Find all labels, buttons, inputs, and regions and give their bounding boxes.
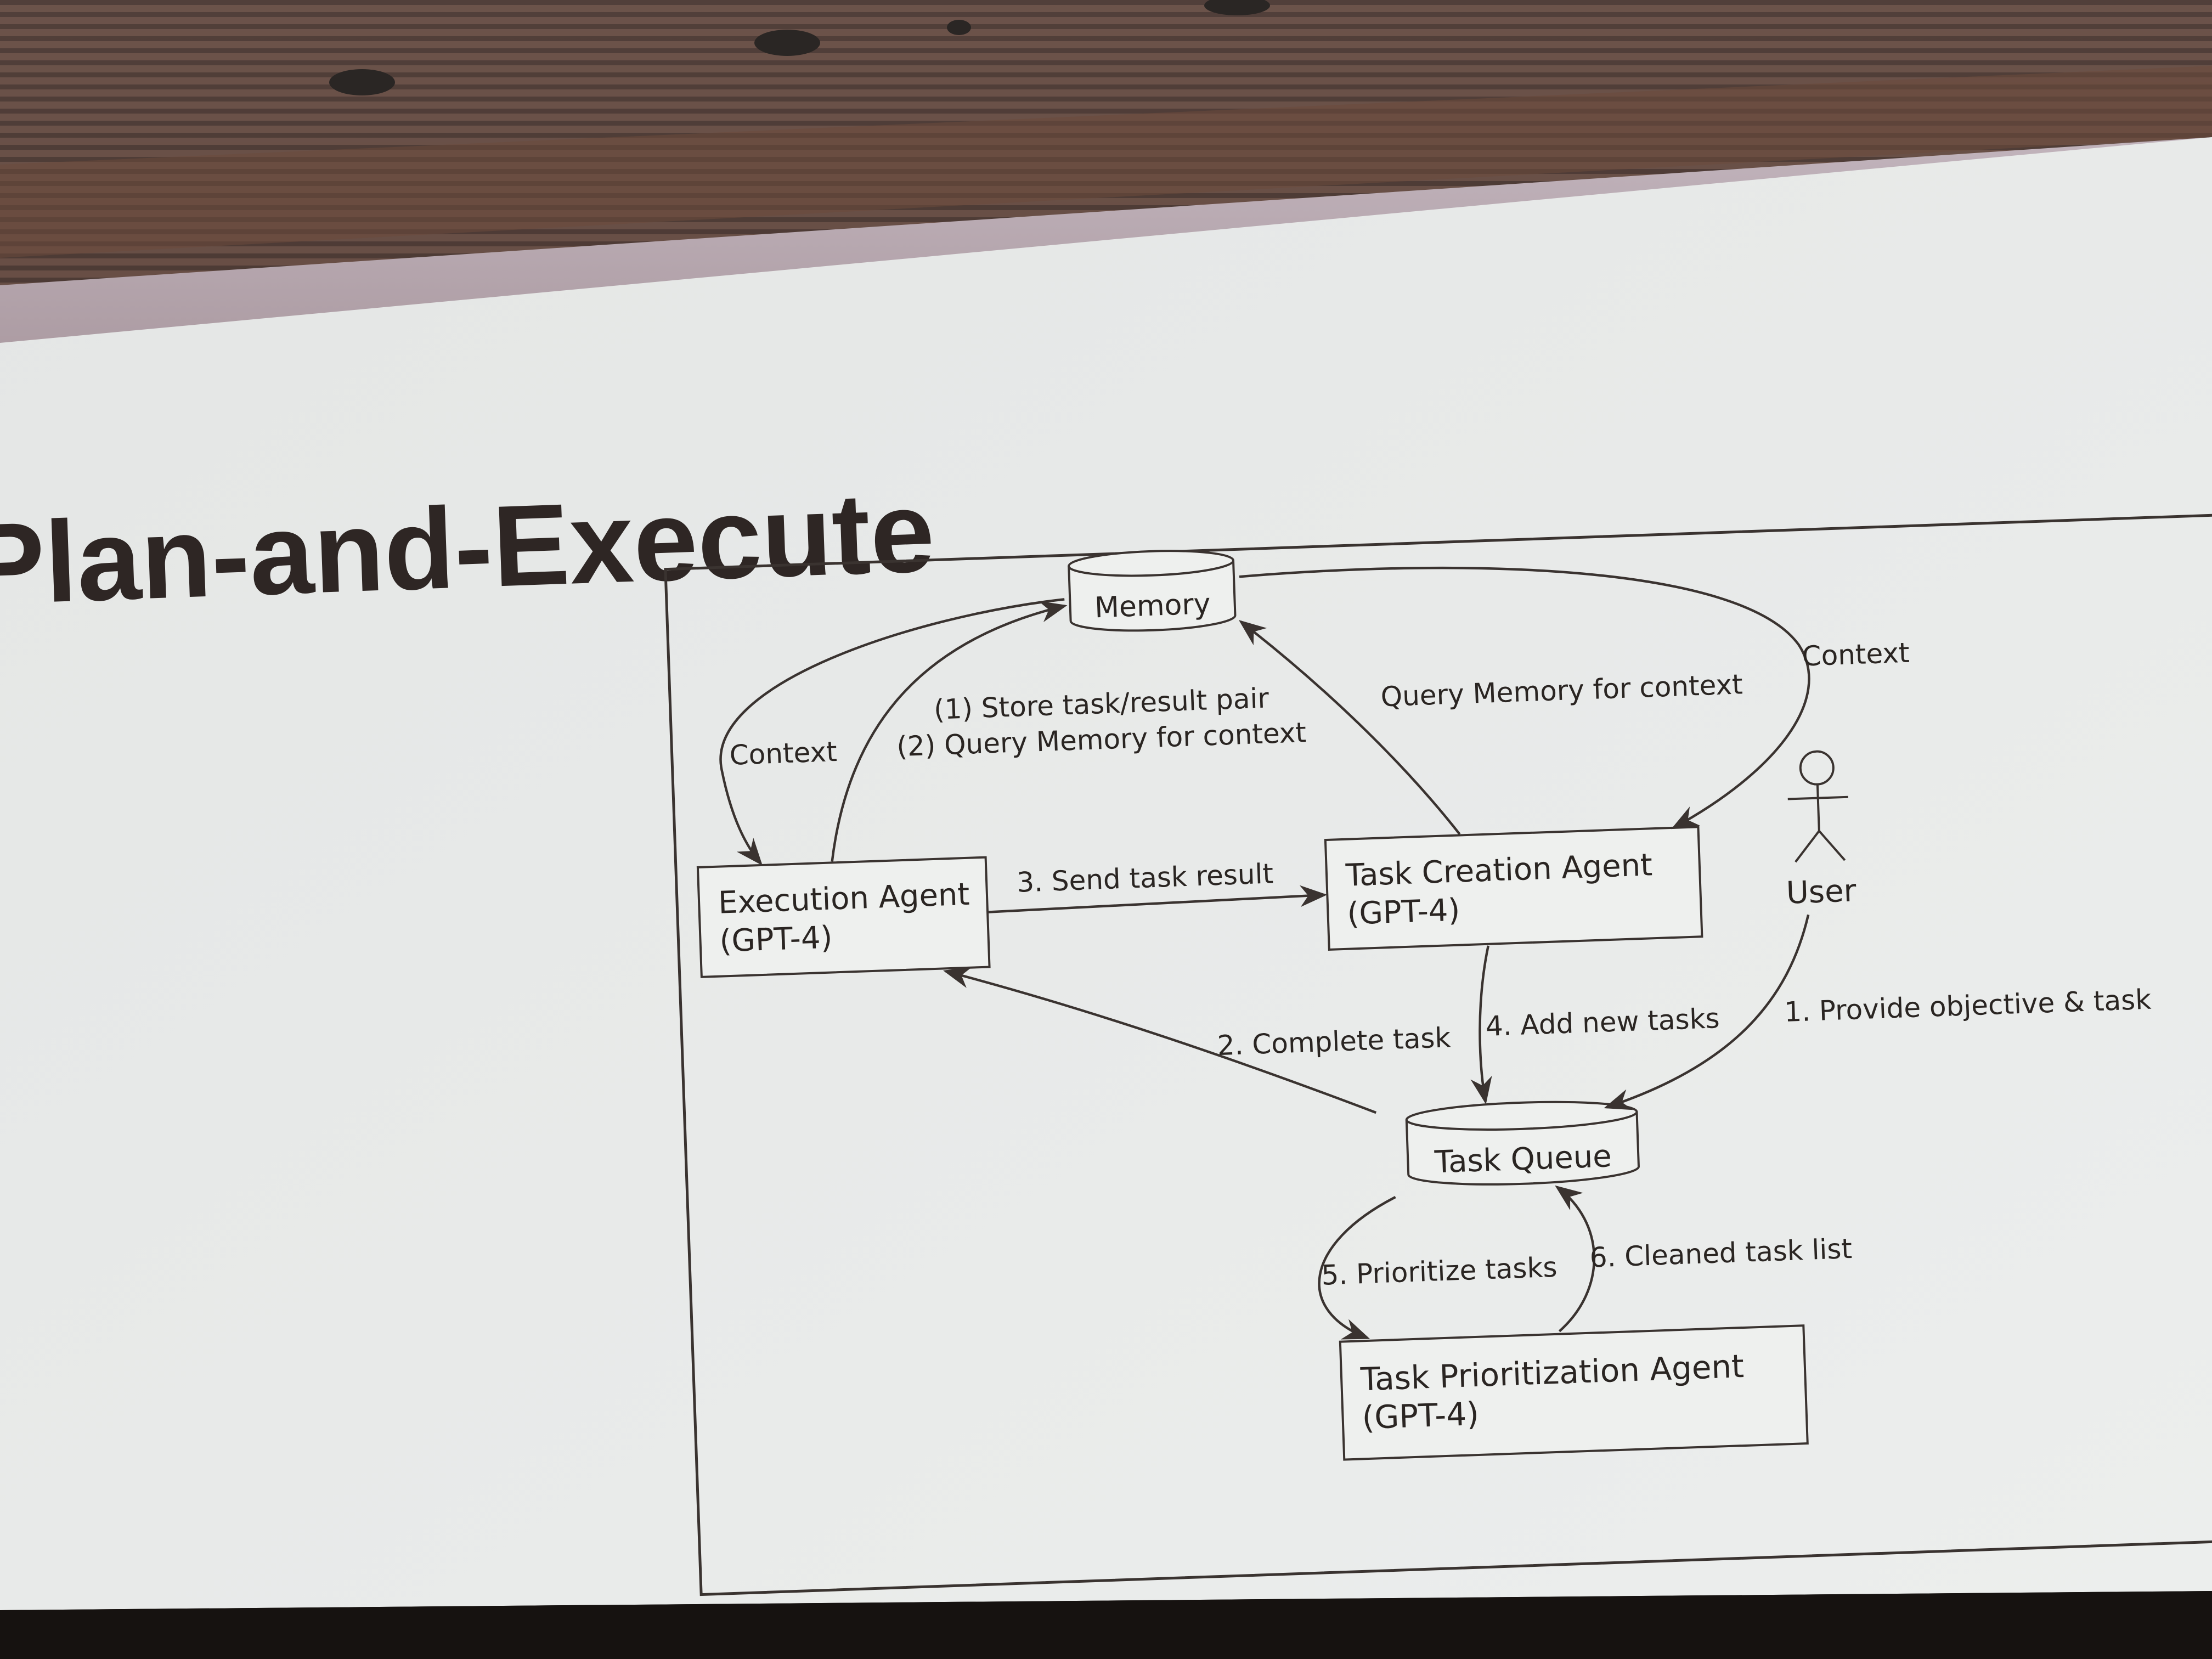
execution-agent-node: Execution Agent (GPT-4) xyxy=(696,856,991,978)
task-queue-label: Task Queue xyxy=(1434,1138,1612,1180)
ceiling-light-2 xyxy=(754,30,820,56)
ceiling-light-1 xyxy=(329,69,395,95)
memory-node: Memory xyxy=(1068,550,1237,632)
ceiling-sensor xyxy=(947,20,971,35)
task-creation-agent-node: Task Creation Agent (GPT-4) xyxy=(1324,826,1703,951)
task-prioritization-agent-model: (GPT-4) xyxy=(1361,1395,1479,1436)
user-label: User xyxy=(1786,873,1858,911)
memory-label: Memory xyxy=(1094,588,1211,624)
edge-memory-to-execution-label: Context xyxy=(729,736,838,771)
task-creation-agent-model: (GPT-4) xyxy=(1346,893,1460,932)
execution-agent-model: (GPT-4) xyxy=(719,920,833,960)
task-prioritization-agent-node: Task Prioritization Agent (GPT-4) xyxy=(1339,1324,1809,1461)
task-queue-node: Task Queue xyxy=(1405,1101,1640,1186)
edge-memory-to-creation-label: Context xyxy=(1802,637,1910,673)
presentation-photo: Plan-and-Execute Memory Execution Agent … xyxy=(0,0,2212,1659)
